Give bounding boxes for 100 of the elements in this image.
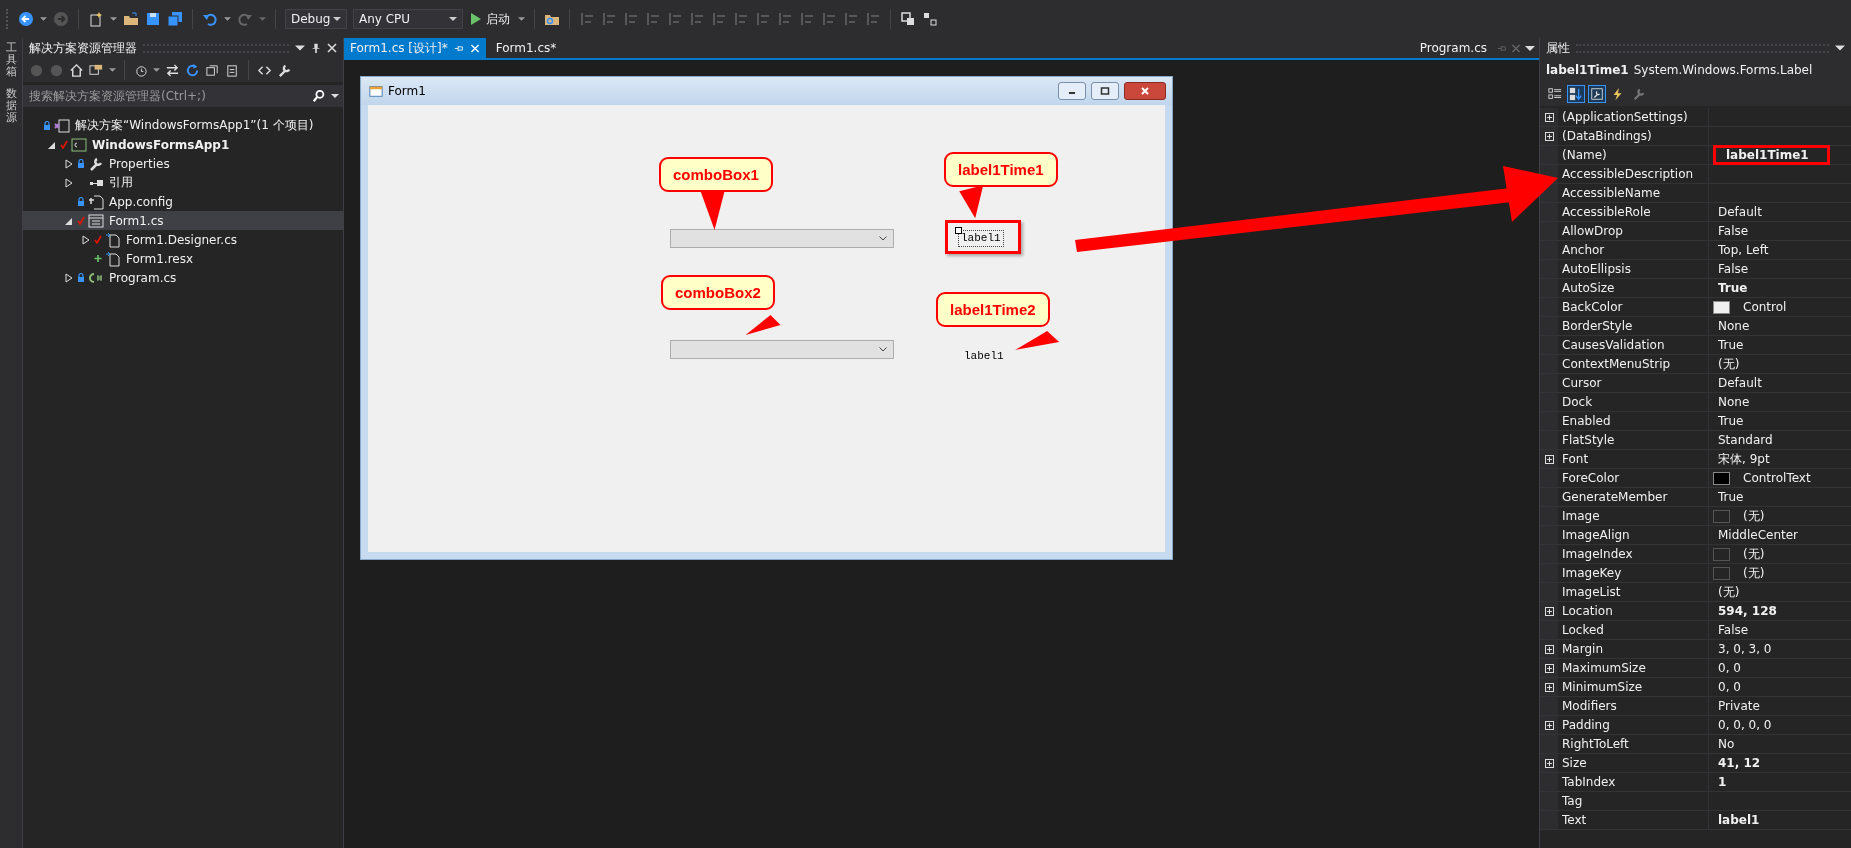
start-button[interactable]: 启动 [469, 10, 512, 28]
dropdown-icon[interactable] [295, 43, 305, 53]
property-row[interactable]: ImageList (无) [1540, 583, 1851, 602]
expand-icon[interactable] [1544, 454, 1554, 464]
side-tab[interactable]: 数据源 [5, 88, 17, 125]
undo-icon[interactable] [202, 11, 218, 27]
document-tab[interactable]: Form1.cs* [489, 38, 563, 58]
new-project-icon[interactable] [88, 11, 104, 27]
caret-icon[interactable] [224, 17, 231, 21]
configuration-dropdown[interactable]: Debug [285, 9, 347, 29]
property-row[interactable]: Padding 0, 0, 0, 0 [1540, 716, 1851, 735]
collapsed-icon[interactable] [65, 177, 73, 188]
property-row[interactable]: Font 宋体, 9pt [1540, 450, 1851, 469]
property-row[interactable]: ContextMenuStrip (无) [1540, 355, 1851, 374]
open-folder-icon[interactable] [123, 11, 139, 27]
property-row[interactable]: Image (无) [1540, 507, 1851, 526]
property-row[interactable]: BackColor Control [1540, 298, 1851, 317]
property-row[interactable]: ImageAlign MiddleCenter [1540, 526, 1851, 545]
property-row[interactable]: Margin 3, 0, 3, 0 [1540, 640, 1851, 659]
caret-icon[interactable] [109, 68, 116, 72]
property-row[interactable]: Tag [1540, 792, 1851, 811]
wrench-icon[interactable] [277, 62, 292, 78]
tree-row[interactable]: 解决方案“WindowsFormsApp1”(1 个项目) [23, 116, 343, 135]
dropdown-icon[interactable] [1525, 43, 1535, 53]
tree-row[interactable]: Form1.cs [23, 211, 343, 230]
property-row[interactable]: AutoSize True [1540, 279, 1851, 298]
tree-row[interactable]: Form1.resx [23, 249, 343, 268]
expand-icon[interactable] [1544, 112, 1554, 122]
caret-icon[interactable] [110, 17, 117, 21]
property-row[interactable]: ImageKey (无) [1540, 564, 1851, 583]
property-row[interactable]: TabIndex 1 [1540, 773, 1851, 792]
tab-order-icon[interactable] [900, 11, 916, 27]
expand-icon[interactable] [1544, 663, 1554, 673]
property-row[interactable]: Text label1 [1540, 811, 1851, 830]
property-row[interactable]: Anchor Top, Left [1540, 241, 1851, 260]
collapsed-icon[interactable] [65, 272, 73, 283]
tree-row[interactable]: Form1.Designer.cs [23, 230, 343, 249]
tree-row[interactable]: 引用 [23, 173, 343, 192]
caret-icon[interactable] [153, 68, 160, 72]
home-icon[interactable] [69, 62, 84, 78]
property-row[interactable]: (DataBindings) [1540, 127, 1851, 146]
search-input[interactable]: 搜索解决方案资源管理器(Ctrl+;) [27, 89, 307, 103]
show-all-files-icon[interactable] [225, 62, 240, 78]
caret-icon[interactable] [331, 94, 339, 98]
property-row[interactable]: Enabled True [1540, 412, 1851, 431]
property-row[interactable]: CausesValidation True [1540, 336, 1851, 355]
pin-icon[interactable] [311, 43, 321, 53]
expand-icon[interactable] [1544, 758, 1554, 768]
property-row[interactable]: ImageIndex (无) [1540, 545, 1851, 564]
property-row[interactable]: RightToLeft No [1540, 735, 1851, 754]
properties-view-button[interactable] [1588, 85, 1606, 103]
switch-views-icon[interactable] [89, 62, 104, 78]
tree-row[interactable]: Program.cs [23, 268, 343, 287]
grid-snap-icon[interactable] [922, 11, 938, 27]
property-row[interactable]: AllowDrop False [1540, 222, 1851, 241]
redo-icon[interactable] [237, 11, 253, 27]
expand-icon[interactable] [1544, 720, 1554, 730]
property-row[interactable]: Location 594, 128 [1540, 602, 1851, 621]
close-button[interactable] [1124, 82, 1166, 100]
expand-icon[interactable] [1544, 682, 1554, 692]
property-row[interactable]: Dock None [1540, 393, 1851, 412]
expand-icon[interactable] [1544, 131, 1554, 141]
property-row[interactable]: MinimumSize 0, 0 [1540, 678, 1851, 697]
search-icon[interactable] [312, 89, 326, 103]
property-row[interactable]: Locked False [1540, 621, 1851, 640]
property-row[interactable]: Cursor Default [1540, 374, 1851, 393]
save-icon[interactable] [145, 11, 161, 27]
search-field[interactable]: 搜索解决方案资源管理器(Ctrl+;) [23, 85, 343, 107]
platform-dropdown[interactable]: Any CPU [353, 9, 463, 29]
collapsed-icon[interactable] [82, 234, 90, 245]
property-row[interactable]: (Name) label1Time1 [1540, 146, 1851, 165]
property-row[interactable]: AccessibleRole Default [1540, 203, 1851, 222]
save-all-icon[interactable] [167, 11, 183, 27]
property-row[interactable]: Modifiers Private [1540, 697, 1851, 716]
preview-tab[interactable]: Program.cs [1413, 38, 1493, 58]
sync-icon[interactable] [165, 62, 180, 78]
selection-handle[interactable] [955, 227, 962, 234]
side-tab[interactable]: 工具箱 [5, 42, 17, 79]
expand-icon[interactable] [1544, 606, 1554, 616]
property-row[interactable]: GenerateMember True [1540, 488, 1851, 507]
property-row[interactable]: MaximumSize 0, 0 [1540, 659, 1851, 678]
property-row[interactable]: ForeColor ControlText [1540, 469, 1851, 488]
alphabetical-view-button[interactable] [1567, 85, 1585, 103]
tree-row[interactable]: WindowsFormsApp1 [23, 135, 343, 154]
minimize-button[interactable] [1058, 82, 1086, 100]
collapsed-icon[interactable] [65, 158, 73, 169]
collapse-icon[interactable] [205, 62, 220, 78]
property-row[interactable]: AutoEllipsis False [1540, 260, 1851, 279]
maximize-button[interactable] [1091, 82, 1119, 100]
caret-icon[interactable] [40, 17, 47, 21]
property-row[interactable]: (ApplicationSettings) [1540, 108, 1851, 127]
caret-icon[interactable] [518, 17, 525, 21]
property-row[interactable]: BorderStyle None [1540, 317, 1851, 336]
expand-icon[interactable] [1544, 644, 1554, 654]
back-icon[interactable] [18, 11, 34, 27]
form-label[interactable]: label1 [961, 348, 1007, 365]
dropdown-icon[interactable] [1835, 43, 1845, 53]
property-row[interactable]: Size 41, 12 [1540, 754, 1851, 773]
tree-row[interactable]: App.config [23, 192, 343, 211]
tree-row[interactable]: Properties [23, 154, 343, 173]
